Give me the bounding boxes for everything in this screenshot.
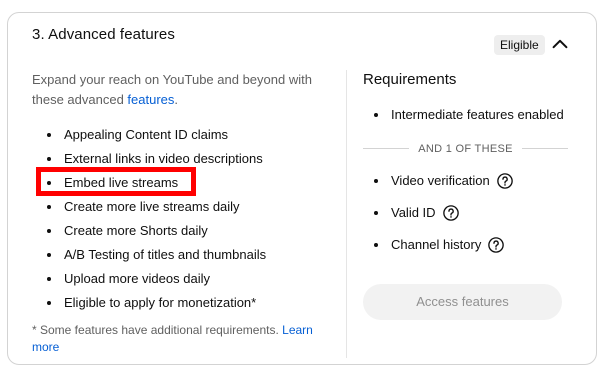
chevron-up-icon[interactable]	[549, 33, 571, 55]
access-features-button[interactable]: Access features	[363, 284, 562, 320]
features-column: Expand your reach on YouTube and beyond …	[32, 70, 332, 315]
advanced-features-card: 3. Advanced features Eligible Expand you…	[7, 12, 597, 365]
optional-requirements-list: Video verification Valid ID Channel hist…	[363, 171, 568, 255]
and-one-separator: AND 1 OF THESE	[363, 139, 568, 157]
column-divider	[346, 70, 347, 358]
base-requirements-list: Intermediate features enabled	[363, 105, 568, 125]
feature-item: Eligible to apply for monetization*	[32, 291, 332, 315]
feature-item: A/B Testing of titles and thumbnails	[32, 243, 332, 267]
requirement-item: Intermediate features enabled	[363, 105, 568, 125]
requirements-title: Requirements	[363, 71, 457, 88]
feature-item: Upload more videos daily	[32, 267, 332, 291]
eligible-badge: Eligible	[494, 35, 545, 55]
requirement-item-video-verification: Video verification	[363, 171, 568, 191]
requirement-item-channel-history: Channel history	[363, 235, 568, 255]
feature-item: Appealing Content ID claims	[32, 123, 332, 147]
help-icon[interactable]	[487, 236, 505, 254]
feature-item: External links in video descriptions	[32, 147, 332, 171]
intro-text: Expand your reach on YouTube and beyond …	[32, 72, 312, 107]
requirements-column: Requirements Intermediate features enabl…	[363, 70, 568, 320]
features-link[interactable]: features	[127, 92, 174, 107]
requirement-item-valid-id: Valid ID	[363, 203, 568, 223]
features-list: Appealing Content ID claims External lin…	[32, 123, 332, 315]
feature-item: Create more Shorts daily	[32, 219, 332, 243]
footnote: * Some features have additional requirem…	[32, 323, 313, 354]
feature-item: Embed live streams	[32, 171, 332, 195]
section-title: 3. Advanced features	[32, 26, 175, 43]
help-icon[interactable]	[496, 172, 514, 190]
feature-item: Create more live streams daily	[32, 195, 332, 219]
help-icon[interactable]	[442, 204, 460, 222]
